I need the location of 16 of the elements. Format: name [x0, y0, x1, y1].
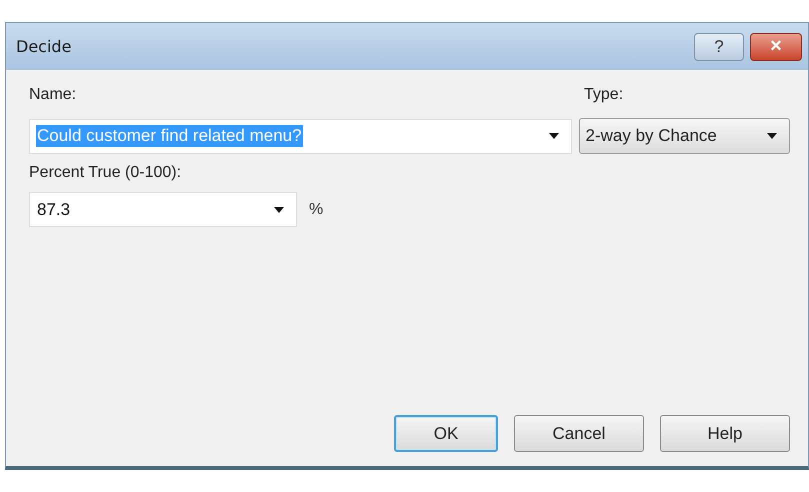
window-title: Decide — [16, 37, 72, 56]
type-label: Type: — [584, 86, 624, 104]
percent-combo-field[interactable]: 87.3 — [29, 192, 297, 227]
dialog-button[interactable]: Help — [660, 415, 790, 452]
percent-label: Percent True (0-100): — [29, 164, 182, 182]
percent-unit: % — [309, 200, 324, 218]
dialog-button[interactable]: Cancel — [514, 415, 644, 452]
name-label: Name: — [29, 86, 78, 104]
caret-icon — [548, 133, 559, 139]
help-button[interactable]: ? — [694, 32, 744, 60]
percent-value: 87.3 — [36, 198, 72, 220]
caret-icon — [767, 133, 777, 139]
caret-icon — [274, 206, 284, 212]
type-dropdown[interactable]: 2-way by Chance — [578, 118, 790, 154]
name-value: Could customer find related menu? — [36, 125, 303, 147]
dialog-button[interactable]: OK — [394, 415, 498, 452]
